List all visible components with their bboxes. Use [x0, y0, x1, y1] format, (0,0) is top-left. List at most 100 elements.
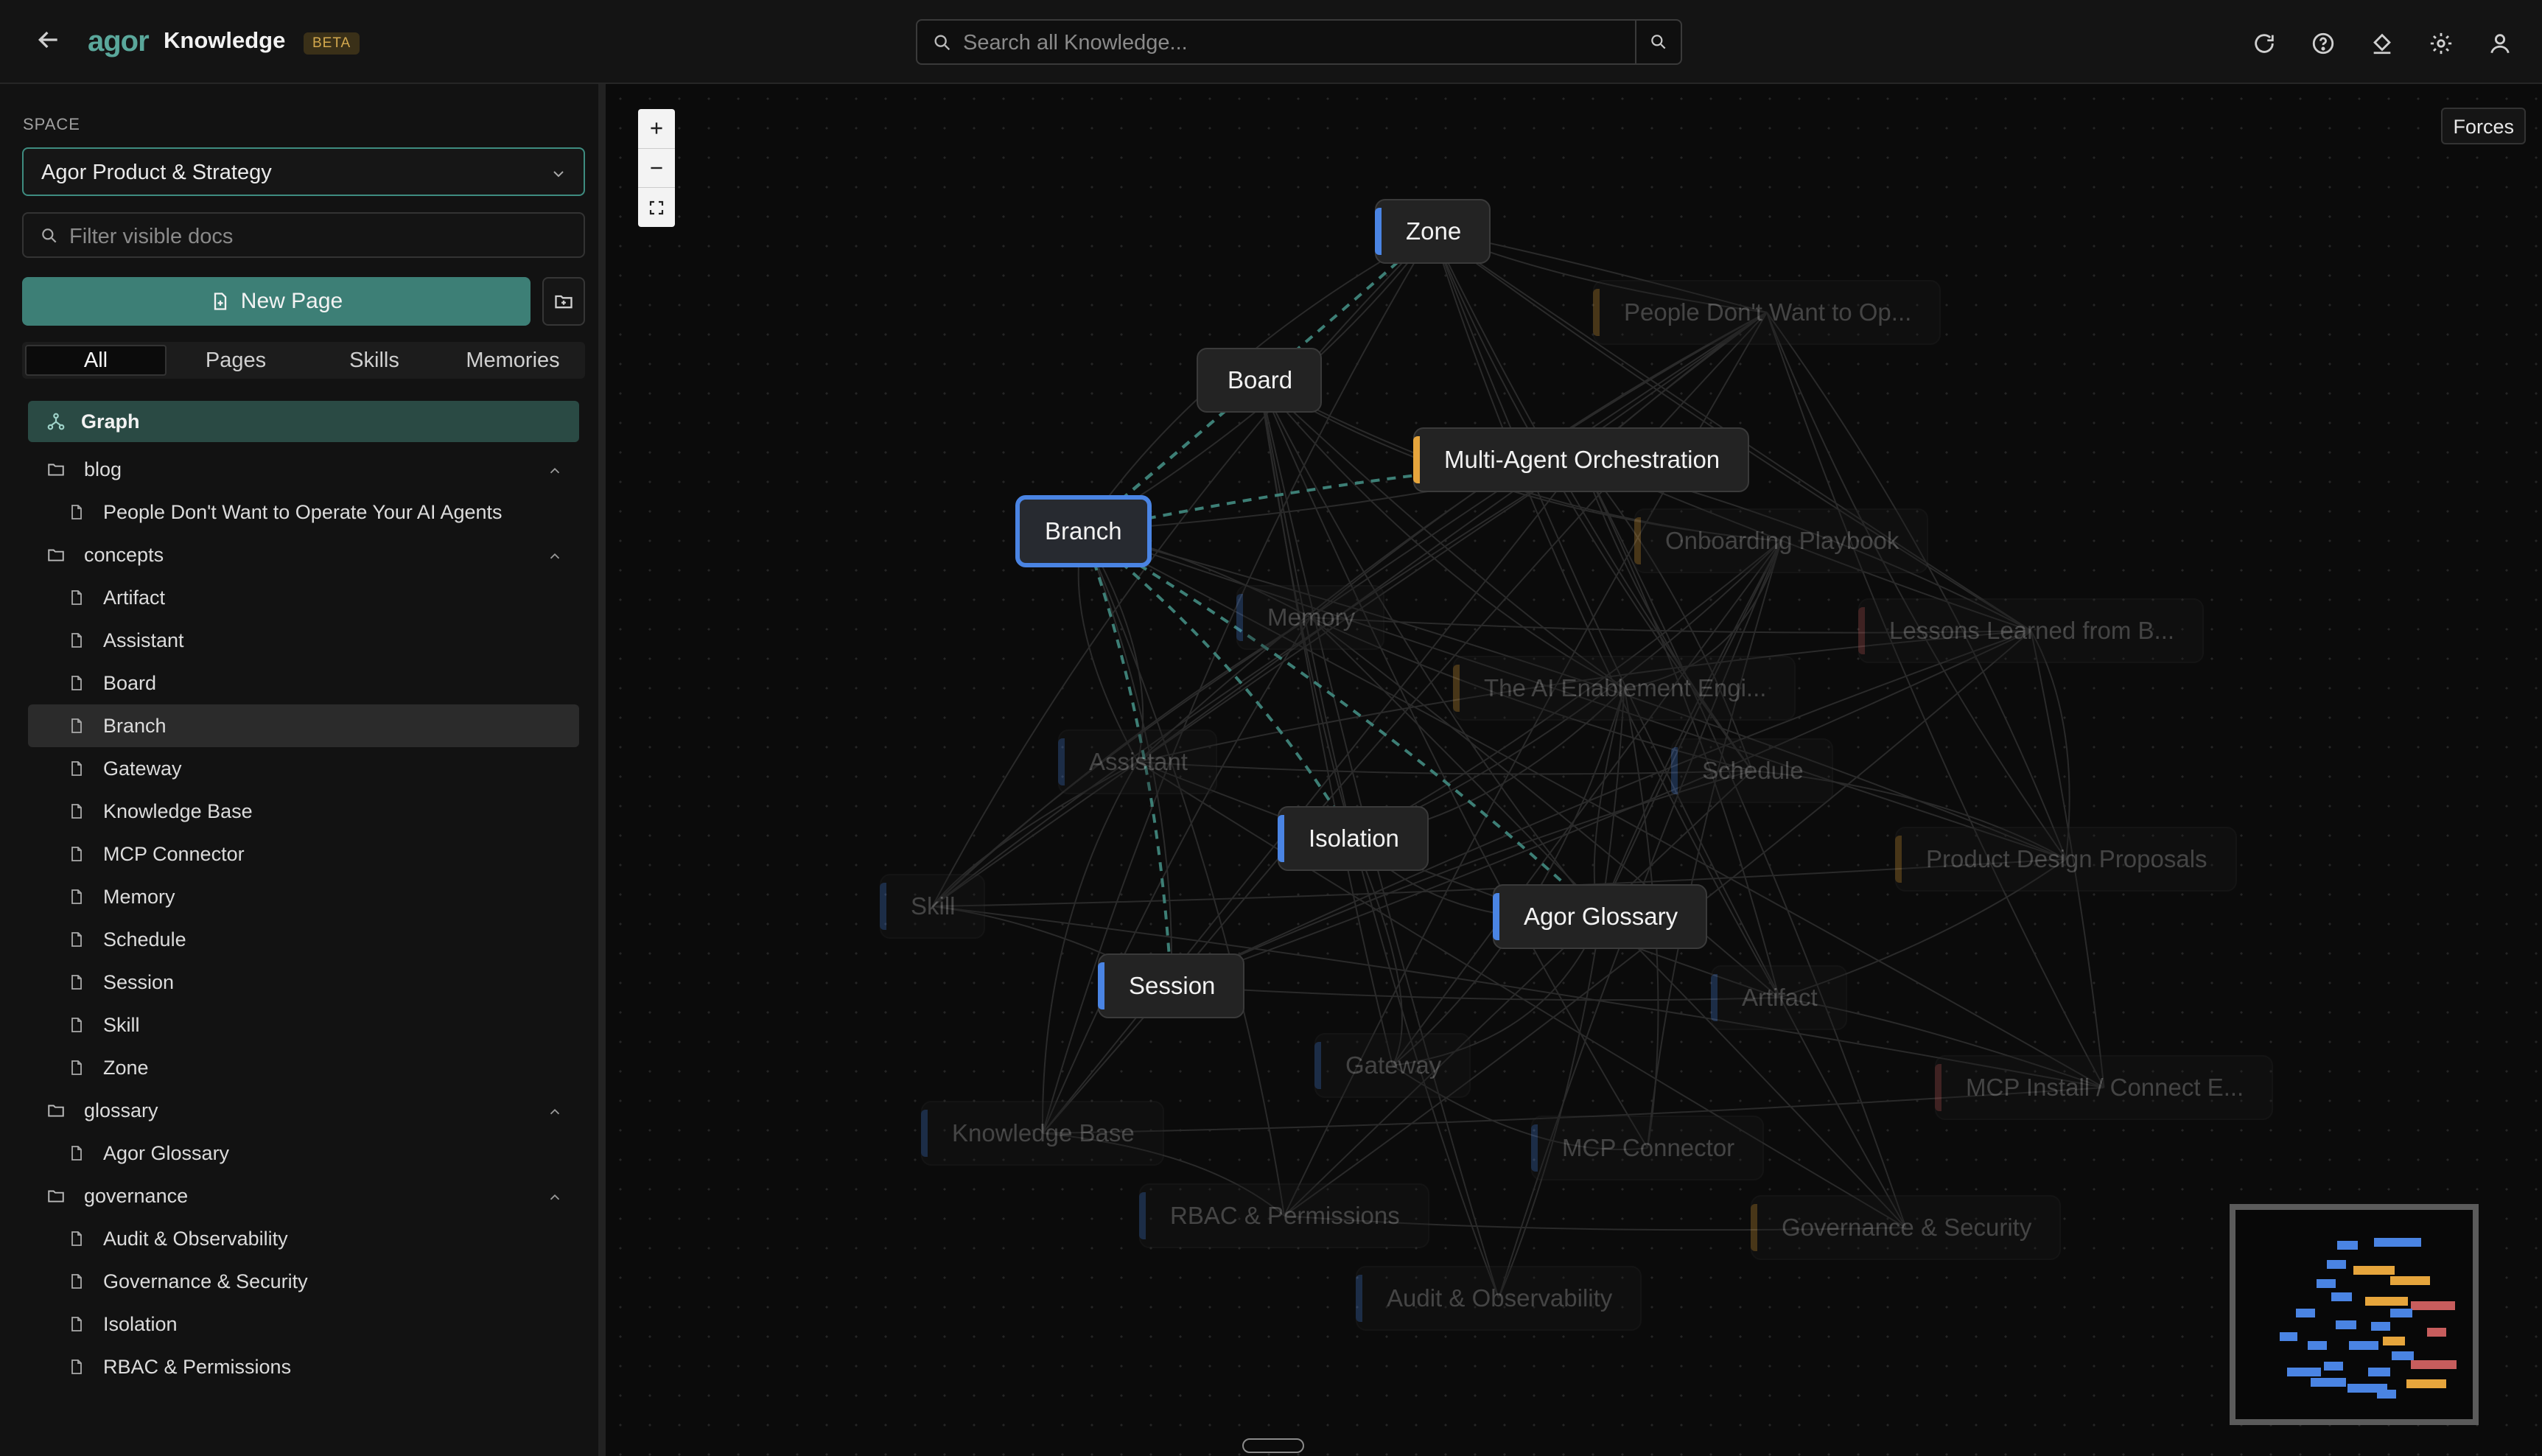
graph-node-gateway[interactable]: Gateway	[1314, 1033, 1471, 1098]
gear-icon[interactable]	[2426, 28, 2457, 59]
graph-node-multi-agent-orchestration[interactable]: Multi-Agent Orchestration	[1413, 427, 1750, 492]
doc-item-memory[interactable]: Memory	[28, 875, 579, 918]
doc-item-branch[interactable]: Branch	[28, 704, 579, 747]
graph-node-schedule[interactable]: Schedule	[1671, 738, 1833, 803]
chevron-up-icon[interactable]	[547, 1102, 563, 1125]
graph-node-memory[interactable]: Memory	[1236, 585, 1385, 650]
file-icon	[63, 1054, 90, 1081]
doc-item-skill[interactable]: Skill	[28, 1004, 579, 1046]
new-folder-button[interactable]	[542, 277, 585, 326]
graph-node-mcp-connector[interactable]: MCP Connector	[1531, 1116, 1765, 1180]
doc-item-mcp-connector[interactable]: MCP Connector	[28, 833, 579, 875]
fit-view-button[interactable]	[638, 188, 675, 227]
graph-node-people-don-t-want-to-op[interactable]: People Don't Want to Op...	[1593, 280, 1941, 345]
graph-node-governance-security[interactable]: Governance & Security	[1751, 1195, 2062, 1260]
graph-node-board[interactable]: Board	[1197, 348, 1323, 413]
forces-button[interactable]: Forces	[2441, 108, 2526, 144]
minimap-node	[2365, 1297, 2408, 1306]
graph-node-lessons-learned-from-b[interactable]: Lessons Learned from B...	[1858, 598, 2205, 663]
doc-item-label: Knowledge Base	[103, 799, 253, 822]
beta-badge: BETA	[304, 32, 360, 55]
graph-canvas[interactable]: Forces Zone People Don't Want to Op... Boa…	[606, 84, 2542, 1456]
graph-node-mcp-install-connect-e[interactable]: MCP Install / Connect E...	[1935, 1055, 2274, 1120]
doc-item-label: Artifact	[103, 586, 166, 609]
help-icon[interactable]	[2308, 28, 2339, 59]
doc-item-session[interactable]: Session	[28, 961, 579, 1004]
chevron-up-icon[interactable]	[547, 1188, 563, 1211]
doc-item-rbac-permissions[interactable]: RBAC & Permissions	[28, 1345, 579, 1388]
graph-node-product-design-proposals[interactable]: Product Design Proposals	[1895, 827, 2237, 892]
minimap-node	[2287, 1368, 2321, 1376]
graph-node-zone[interactable]: Zone	[1375, 199, 1491, 264]
minimap-node	[2296, 1309, 2315, 1317]
file-icon	[63, 1268, 90, 1295]
search-input[interactable]	[962, 28, 1613, 57]
file-icon	[63, 499, 90, 525]
minimap-node	[2337, 1241, 2358, 1250]
space-select[interactable]: Agor Product & Strategy	[22, 147, 585, 196]
doc-tree: Graph blog People Don't Want to Operate Y…	[28, 401, 579, 1388]
graph-node-knowledge-base[interactable]: Knowledge Base	[921, 1101, 1164, 1166]
minimap-node	[2280, 1332, 2297, 1341]
doc-item-governance-security[interactable]: Governance & Security	[28, 1260, 579, 1303]
bottom-resize-handle[interactable]	[1242, 1438, 1304, 1453]
graph-node-skill[interactable]: Skill	[880, 874, 985, 939]
doc-item-label: Assistant	[103, 629, 184, 651]
doc-item-label: Schedule	[103, 928, 186, 951]
tab-skills[interactable]: Skills	[305, 345, 444, 376]
graph-node-the-ai-enablement-engi[interactable]: The AI Enablement Engi...	[1453, 656, 1796, 721]
minimap-node	[2411, 1301, 2455, 1310]
filter-input[interactable]	[68, 222, 572, 251]
graph-node-session[interactable]: Session	[1098, 953, 1245, 1018]
graph-node-artifact[interactable]: Artifact	[1711, 965, 1847, 1030]
doc-item-knowledge-base[interactable]: Knowledge Base	[28, 790, 579, 833]
graph-node-onboarding-playbook[interactable]: Onboarding Playbook	[1634, 508, 1929, 573]
graph-node-audit-observability[interactable]: Audit & Observability	[1356, 1266, 1642, 1331]
chevron-up-icon[interactable]	[547, 461, 563, 484]
doc-item-audit-observability[interactable]: Audit & Observability	[28, 1217, 579, 1260]
tab-pages[interactable]: Pages	[167, 345, 305, 376]
doc-item-board[interactable]: Board	[28, 662, 579, 704]
new-page-button[interactable]: New Page	[22, 277, 531, 326]
chevron-up-icon[interactable]	[547, 547, 563, 570]
doc-item-gateway[interactable]: Gateway	[28, 747, 579, 790]
search-submit-button[interactable]	[1635, 21, 1681, 63]
doc-item-isolation[interactable]: Isolation	[28, 1303, 579, 1345]
graph-node-agor-glossary[interactable]: Agor Glossary	[1493, 884, 1708, 949]
doc-item-label: Zone	[103, 1056, 149, 1079]
zoom-out-button[interactable]	[638, 149, 675, 189]
doc-item-people-don-t-want-to-operate-your-ai-agents[interactable]: People Don't Want to Operate Your AI Age…	[28, 491, 579, 533]
folder-glossary[interactable]: glossary	[28, 1089, 579, 1132]
zoom-in-button[interactable]	[638, 109, 675, 149]
refresh-icon[interactable]	[2249, 28, 2280, 59]
tab-all[interactable]: All	[25, 345, 167, 376]
filter-tabs: All Pages Skills Memories	[22, 342, 585, 379]
graph-view-item[interactable]: Graph	[28, 401, 579, 442]
graph-node-branch[interactable]: Branch	[1015, 495, 1152, 567]
doc-item-artifact[interactable]: Artifact	[28, 576, 579, 619]
graph-node-assistant[interactable]: Assistant	[1058, 729, 1217, 794]
brand-logo[interactable]: agor	[88, 25, 150, 58]
doc-item-zone[interactable]: Zone	[28, 1046, 579, 1089]
user-icon[interactable]	[2485, 28, 2515, 59]
minimap[interactable]	[2230, 1204, 2479, 1425]
back-arrow-icon[interactable]	[34, 25, 63, 55]
minimap-node	[2331, 1292, 2352, 1301]
doc-item-label: Session	[103, 970, 175, 993]
graph-node-isolation[interactable]: Isolation	[1278, 806, 1429, 871]
graph-edge-faint	[1593, 687, 1625, 917]
folder-concepts[interactable]: concepts	[28, 533, 579, 576]
folder-blog[interactable]: blog	[28, 448, 579, 491]
doc-item-assistant[interactable]: Assistant	[28, 619, 579, 662]
doc-item-label: Gateway	[103, 757, 182, 780]
tab-memories[interactable]: Memories	[444, 345, 582, 376]
graph-node-rbac-permissions[interactable]: RBAC & Permissions	[1139, 1183, 1429, 1248]
doc-item-schedule[interactable]: Schedule	[28, 918, 579, 961]
file-icon	[63, 883, 90, 910]
paint-bucket-icon[interactable]	[2367, 28, 2398, 59]
graph-edge-faint	[931, 231, 1434, 907]
top-bar: agor Knowledge BETA	[0, 0, 2542, 84]
fit-screen-icon	[649, 200, 664, 214]
doc-item-agor-glossary[interactable]: Agor Glossary	[28, 1132, 579, 1175]
folder-governance[interactable]: governance	[28, 1175, 579, 1217]
